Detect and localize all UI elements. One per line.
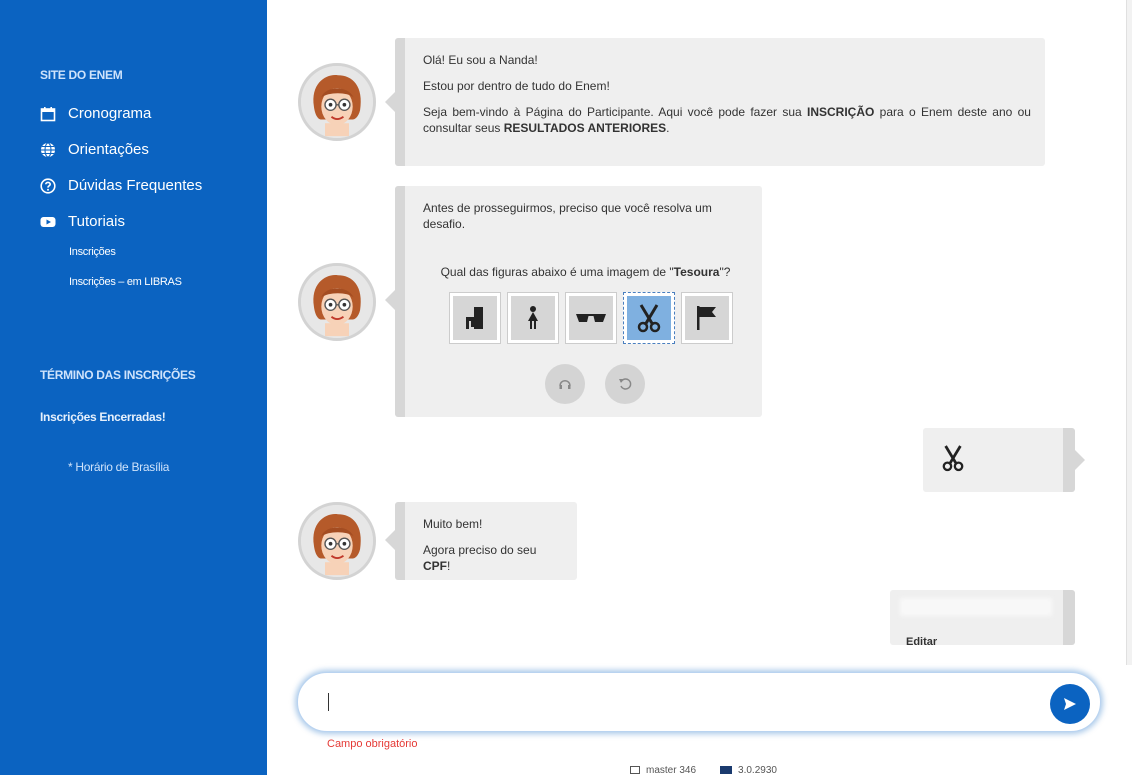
sidebar-item-cronograma[interactable]: Cronograma [40, 105, 151, 122]
calendar-icon [40, 106, 56, 121]
flag-icon [697, 306, 716, 330]
nanda-face-icon [301, 266, 373, 338]
edit-link[interactable]: Editar [906, 636, 937, 645]
bubble-arrow [1075, 450, 1085, 470]
captcha-option-scissors[interactable] [623, 292, 675, 344]
woman-icon [528, 306, 538, 329]
sidebar-title[interactable]: SITE DO ENEM [40, 68, 123, 82]
message-input-container [297, 672, 1101, 732]
captcha-question: Qual das figuras abaixo é uma imagem de … [440, 265, 731, 279]
branch-icon [630, 766, 640, 775]
footer: master 346 3.0.2930 [630, 765, 777, 775]
captcha-options [449, 292, 748, 344]
version-info: 3.0.2930 [720, 765, 777, 775]
sidebar-item-duvidas[interactable]: Dúvidas Frequentes [40, 177, 202, 194]
sidebar-item-label: Cronograma [68, 105, 152, 122]
sidebar-item-label: Tutoriais [68, 213, 125, 230]
chat-area: Olá! Eu sou a Nanda! Estou por dentro de… [267, 0, 1132, 775]
blurred-cpf-value [900, 598, 1052, 616]
message-text: Olá! Eu sou a Nanda! [423, 53, 538, 67]
nanda-face-icon [301, 505, 373, 577]
nanda-face-icon [301, 66, 373, 138]
required-field-error: Campo obrigatório [327, 738, 418, 750]
captcha-option-chair[interactable] [449, 292, 501, 344]
user-reply-cpf: Editar [890, 590, 1075, 645]
scrollbar[interactable] [1126, 0, 1132, 665]
sunglasses-icon [576, 314, 606, 322]
captcha-option-sunglasses[interactable] [565, 292, 617, 344]
sidebar-item-orientacoes[interactable]: Orientações [40, 141, 149, 158]
scissors-icon [637, 304, 661, 333]
send-button[interactable] [1050, 684, 1090, 724]
assistant-message-captcha: Antes de prosseguirmos, preciso que você… [385, 186, 762, 417]
chair-icon [466, 307, 483, 329]
message-text: Antes de prosseguirmos, preciso que você… [423, 201, 712, 231]
bubble-arrow [385, 530, 395, 550]
sidebar-subitem-libras[interactable]: Inscrições – em LIBRAS [69, 276, 182, 288]
headphones-icon [559, 380, 571, 389]
branch-info: master 346 [630, 765, 696, 775]
message-input[interactable] [326, 685, 1026, 719]
send-icon [1064, 698, 1076, 710]
sidebar-item-tutoriais[interactable]: Tutoriais [40, 213, 125, 230]
user-reply-scissors [923, 428, 1085, 492]
assistant-message-3: Muito bem! Agora preciso do seu CPF! [385, 502, 577, 580]
timezone-note: * Horário de Brasília [68, 460, 170, 474]
registration-closed-text: Inscrições Encerradas! [40, 410, 166, 424]
youtube-icon [40, 216, 56, 227]
assistant-avatar [298, 502, 376, 580]
server-icon [720, 766, 733, 775]
question-circle-icon [40, 177, 56, 194]
assistant-message-1: Olá! Eu sou a Nanda! Estou por dentro de… [385, 38, 1045, 166]
captcha-option-flag[interactable] [681, 292, 733, 344]
sidebar: SITE DO ENEM Cronograma Orientações Dúvi… [0, 0, 267, 775]
sidebar-item-label: Dúvidas Frequentes [68, 177, 203, 194]
message-text: Estou por dentro de tudo do Enem! [423, 79, 610, 93]
sidebar-subitem-inscricoes[interactable]: Inscrições [69, 246, 116, 258]
sidebar-section-title: TÉRMINO DAS INSCRIÇÕES [40, 368, 196, 382]
scissors-icon [942, 445, 964, 472]
audio-captcha-button[interactable] [545, 364, 585, 404]
message-text: Agora preciso do seu CPF! [423, 543, 537, 573]
assistant-avatar [298, 63, 376, 141]
sidebar-item-label: Orientações [68, 141, 149, 158]
bubble-arrow [385, 92, 395, 112]
message-text: Muito bem! [423, 517, 483, 531]
message-text: Seja bem-vindo à Página do Participante.… [423, 105, 1031, 135]
captcha-controls [545, 364, 748, 404]
captcha-option-woman[interactable] [507, 292, 559, 344]
globe-icon [41, 141, 55, 158]
bubble-arrow [385, 290, 395, 310]
refresh-icon [619, 378, 632, 390]
refresh-captcha-button[interactable] [605, 364, 645, 404]
assistant-avatar [298, 263, 376, 341]
text-caret [328, 693, 329, 711]
